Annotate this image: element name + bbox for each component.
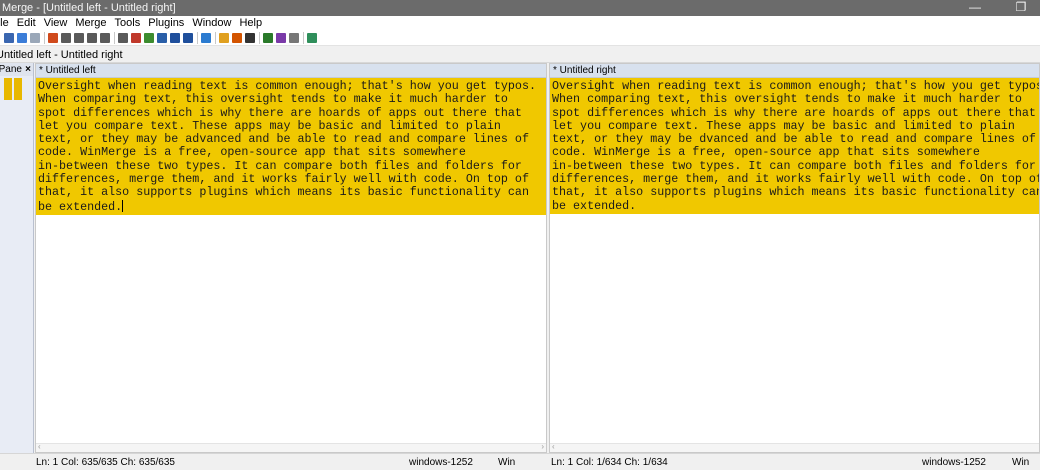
- right-line-5: text, or they may be dvanced and be able…: [552, 132, 1036, 147]
- copy-right-icon[interactable]: [118, 33, 128, 43]
- scroll-left-arrow-icon[interactable]: ‹: [552, 442, 555, 451]
- toolbar-separator: [215, 32, 216, 44]
- restore-button[interactable]: ❐: [1008, 0, 1034, 16]
- all-left-icon[interactable]: [183, 33, 193, 43]
- script-icon[interactable]: [307, 33, 317, 43]
- refresh-icon[interactable]: [201, 33, 211, 43]
- menu-window[interactable]: Window: [188, 16, 235, 30]
- window-title: Merge - [Untitled left - Untitled right]: [2, 2, 176, 14]
- location-pane-title: Location Pane: [0, 64, 22, 75]
- left-eol-type: Win: [498, 457, 516, 468]
- location-diff-marker-left[interactable]: [4, 78, 12, 100]
- left-line-7: in-between these two types. It can compa…: [38, 158, 522, 173]
- left-line-9: that, it also supports plugins which mea…: [38, 185, 529, 200]
- left-line-2: When comparing text, this oversight tend…: [38, 92, 508, 107]
- options-icon[interactable]: [219, 33, 229, 43]
- right-line-8: differences, merge them, and it works fa…: [552, 172, 1039, 187]
- right-diff-block[interactable]: Oversight when reading text is common en…: [550, 78, 1039, 214]
- undo-icon[interactable]: [17, 33, 27, 43]
- current-diff-icon[interactable]: [100, 33, 110, 43]
- toolbar: [0, 30, 1040, 46]
- right-line-10: be extended.: [552, 198, 637, 213]
- right-line-2: When comparing text, this oversight tend…: [552, 92, 1022, 107]
- scroll-left-arrow-icon[interactable]: ‹: [38, 442, 41, 451]
- left-horizontal-scrollbar[interactable]: ‹ ›: [36, 442, 546, 452]
- copy-left-icon[interactable]: [131, 33, 141, 43]
- location-pane: Location Pane ×: [0, 63, 34, 453]
- close-icon[interactable]: ×: [25, 63, 31, 76]
- next-diff-icon[interactable]: [74, 33, 84, 43]
- left-pane[interactable]: * Untitled left Oversight when reading t…: [35, 63, 547, 453]
- menu-plugins[interactable]: Plugins: [144, 16, 188, 30]
- text-cursor: [122, 199, 124, 212]
- scroll-right-arrow-icon[interactable]: ›: [541, 442, 544, 451]
- left-line-5: text, or they may be advanced and be abl…: [38, 132, 529, 147]
- redo-icon[interactable]: [30, 33, 40, 43]
- left-line-6: code. WinMerge is a free, open-source ap…: [38, 145, 466, 160]
- minimize-button[interactable]: —: [962, 0, 988, 16]
- right-eol-type: Win: [1012, 457, 1030, 468]
- menu-view[interactable]: View: [40, 16, 72, 30]
- left-line-4: let you compare text. These apps may be …: [38, 118, 501, 133]
- menu-help[interactable]: Help: [235, 16, 266, 30]
- toolbar-separator: [114, 32, 115, 44]
- right-line-3: spot differences which is why there are …: [552, 105, 1036, 120]
- save-icon[interactable]: [4, 33, 14, 43]
- location-pane-header: Location Pane ×: [0, 63, 33, 76]
- pane-icon[interactable]: [289, 33, 299, 43]
- toolbar-separator: [44, 32, 45, 44]
- right-horizontal-scrollbar[interactable]: ‹: [550, 442, 1039, 452]
- right-line-9: that, it also supports plugins which mea…: [552, 185, 1039, 200]
- left-line-8: differences, merge them, and it works fa…: [38, 172, 529, 187]
- right-line-1: Oversight when reading text is common en…: [552, 79, 1039, 93]
- right-pane-header: * Untitled right: [550, 64, 1039, 78]
- left-encoding: windows-1252: [409, 457, 473, 468]
- merge-icon[interactable]: [276, 33, 286, 43]
- all-right-icon[interactable]: [170, 33, 180, 43]
- document-tab-label: Untitled left - Untitled right: [0, 49, 123, 61]
- menu-merge[interactable]: Merge: [71, 16, 110, 30]
- right-encoding: windows-1252: [922, 457, 986, 468]
- menu-bar: FileEditViewMergeToolsPluginsWindowHelp: [0, 16, 1040, 30]
- document-tab[interactable]: Untitled left - Untitled right: [0, 47, 1040, 63]
- toolbar-separator: [303, 32, 304, 44]
- left-pane-header: * Untitled left: [36, 64, 546, 78]
- right-line-7: in-between these two types. It can compa…: [552, 158, 1036, 173]
- right-pane[interactable]: * Untitled right Oversight when reading …: [549, 63, 1040, 453]
- right-line-6: code. WinMerge is a free, open-source ap…: [552, 145, 980, 160]
- left-cursor-position: Ln: 1 Col: 635/635 Ch: 635/635: [36, 457, 175, 468]
- compare-icon[interactable]: [263, 33, 273, 43]
- left-diff-block[interactable]: Oversight when reading text is common en…: [36, 78, 546, 215]
- title-bar: Merge - [Untitled left - Untitled right]…: [0, 0, 1040, 16]
- toolbar-separator: [197, 32, 198, 44]
- status-bar: Ln: 1 Col: 635/635 Ch: 635/635 windows-1…: [0, 453, 1040, 470]
- prev-diff-icon[interactable]: [61, 33, 71, 43]
- left-line-10: be extended.: [38, 199, 123, 214]
- copy-left-advance-icon[interactable]: [157, 33, 167, 43]
- menu-file[interactable]: File: [0, 16, 13, 30]
- menu-edit[interactable]: Edit: [13, 16, 40, 30]
- left-line-1: Oversight when reading text is common en…: [38, 79, 536, 93]
- right-line-4: let you compare text. These apps may be …: [552, 118, 1015, 133]
- toolbar-separator: [259, 32, 260, 44]
- first-diff-icon[interactable]: [48, 33, 58, 43]
- left-line-10-row: be extended.: [38, 199, 544, 214]
- copy-right-advance-icon[interactable]: [144, 33, 154, 43]
- filter-icon[interactable]: [232, 33, 242, 43]
- dropdown-arrow-icon[interactable]: [245, 33, 255, 43]
- right-cursor-position: Ln: 1 Col: 1/634 Ch: 1/634: [551, 457, 668, 468]
- menu-tools[interactable]: Tools: [111, 16, 145, 30]
- location-diff-marker-right[interactable]: [14, 78, 22, 100]
- last-diff-icon[interactable]: [87, 33, 97, 43]
- left-line-3: spot differences which is why there are …: [38, 105, 522, 120]
